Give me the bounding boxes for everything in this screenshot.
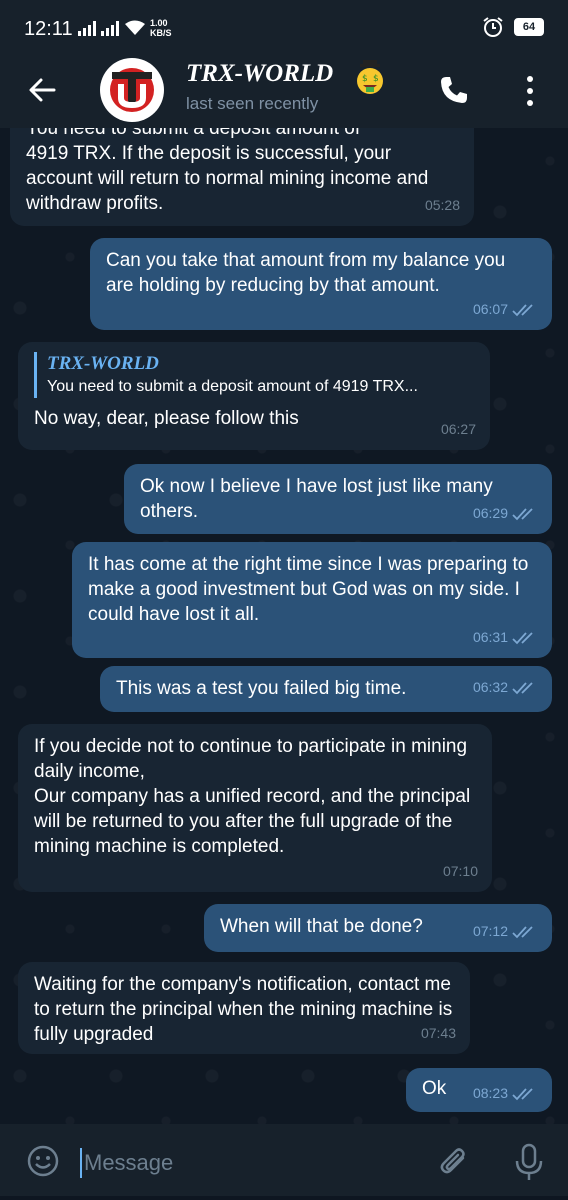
message-composer: Message xyxy=(0,1124,568,1200)
message-meta: 06:31 xyxy=(473,625,538,650)
svg-text:$: $ xyxy=(362,74,368,84)
message-time: 07:12 xyxy=(472,923,508,939)
svg-text:$: $ xyxy=(373,74,379,84)
message-time: 06:32 xyxy=(472,679,508,695)
message-bubble-incoming[interactable]: Waiting for the company's notification, … xyxy=(18,962,470,1054)
signal-icon xyxy=(78,21,96,36)
money-face-emoji-icon: $ $ xyxy=(357,60,383,94)
message-text: Waiting for the company's notification, … xyxy=(34,974,453,1045)
message-bubble-outgoing[interactable]: Can you take that amount from my balance… xyxy=(90,238,552,330)
message-time: 06:27 xyxy=(440,421,476,437)
microphone-icon[interactable] xyxy=(512,1142,546,1182)
status-time: 12:11 xyxy=(24,18,73,40)
message-meta: 07:12 xyxy=(473,919,538,944)
signal-icon-2 xyxy=(101,21,119,36)
message-text: You need to submit a deposit amount of 4… xyxy=(26,118,429,214)
wifi-icon xyxy=(125,20,145,35)
emoji-picker-icon[interactable] xyxy=(26,1144,60,1178)
read-double-check-icon xyxy=(512,631,533,644)
message-time: 06:31 xyxy=(472,629,508,645)
contact-name[interactable]: TRX-WORLD xyxy=(186,60,333,88)
avatar[interactable] xyxy=(100,58,164,122)
read-double-check-icon xyxy=(512,681,533,694)
read-double-check-icon xyxy=(512,507,533,520)
reply-snippet: You need to submit a deposit amount of 4… xyxy=(47,378,418,395)
message-meta: 06:27 xyxy=(441,417,476,442)
message-bubble-incoming-reply[interactable]: TRX-WORLD You need to submit a deposit a… xyxy=(18,342,490,450)
message-bubble-outgoing[interactable]: Ok now I believe I have lost just like m… xyxy=(124,464,552,534)
read-double-check-icon xyxy=(512,1087,533,1100)
message-text: This was a test you failed big time. xyxy=(116,678,407,699)
message-meta: 07:10 xyxy=(443,859,478,884)
signal-icons xyxy=(78,20,146,36)
message-text: Can you take that amount from my balance… xyxy=(106,250,506,296)
reply-author: TRX-WORLD xyxy=(47,353,159,374)
battery-indicator: 64 xyxy=(514,18,544,36)
read-double-check-icon xyxy=(512,303,533,316)
navigation-bar xyxy=(0,1196,568,1200)
last-seen-status: last seen recently xyxy=(186,94,319,113)
message-meta: 07:43 xyxy=(421,1021,456,1046)
trx-world-logo-icon xyxy=(110,68,154,112)
message-time: 06:07 xyxy=(472,301,508,317)
reply-quote[interactable]: TRX-WORLD You need to submit a deposit a… xyxy=(34,352,474,398)
status-bar: 12:11 1.00 KB/S 64 xyxy=(0,0,568,52)
message-time: 06:29 xyxy=(472,505,508,521)
back-arrow-icon[interactable] xyxy=(26,74,58,106)
message-meta: 08:23 xyxy=(473,1081,538,1106)
network-speed: 1.00 KB/S xyxy=(150,18,172,38)
message-time: 08:23 xyxy=(472,1085,508,1101)
message-input[interactable]: Message xyxy=(84,1150,173,1176)
attach-paperclip-icon[interactable] xyxy=(436,1144,472,1180)
message-time: 07:43 xyxy=(420,1025,456,1041)
text-cursor xyxy=(80,1148,82,1178)
read-double-check-icon xyxy=(512,925,533,938)
message-text: If you decide not to continue to partici… xyxy=(34,736,471,857)
alarm-icon xyxy=(483,17,503,37)
message-text: Ok xyxy=(422,1078,447,1099)
message-meta: 05:28 xyxy=(425,193,460,218)
network-speed-value: 1.00 xyxy=(150,18,168,28)
message-text: No way, dear, please follow this xyxy=(34,408,299,429)
message-bubble-outgoing[interactable]: It has come at the right time since I wa… xyxy=(72,542,552,658)
message-bubble-outgoing[interactable]: When will that be done? 07:12 xyxy=(204,904,552,952)
chat-header: TRX-WORLD $ $ last seen recently xyxy=(0,52,568,128)
message-text: It has come at the right time since I wa… xyxy=(88,554,529,625)
more-options-icon[interactable] xyxy=(520,74,540,108)
message-bubble-incoming[interactable]: If you decide not to continue to partici… xyxy=(18,724,492,892)
message-meta: 06:32 xyxy=(473,675,538,700)
phone-call-icon[interactable] xyxy=(438,74,470,106)
message-time: 07:10 xyxy=(442,863,478,879)
message-text: When will that be done? xyxy=(220,916,423,937)
message-meta: 06:07 xyxy=(473,297,538,322)
message-meta: 06:29 xyxy=(473,501,538,526)
network-speed-unit: KB/S xyxy=(150,28,172,38)
message-bubble-outgoing[interactable]: This was a test you failed big time. 06:… xyxy=(100,666,552,712)
message-bubble-outgoing[interactable]: Ok 08:23 xyxy=(406,1068,552,1112)
message-time: 05:28 xyxy=(424,197,460,213)
